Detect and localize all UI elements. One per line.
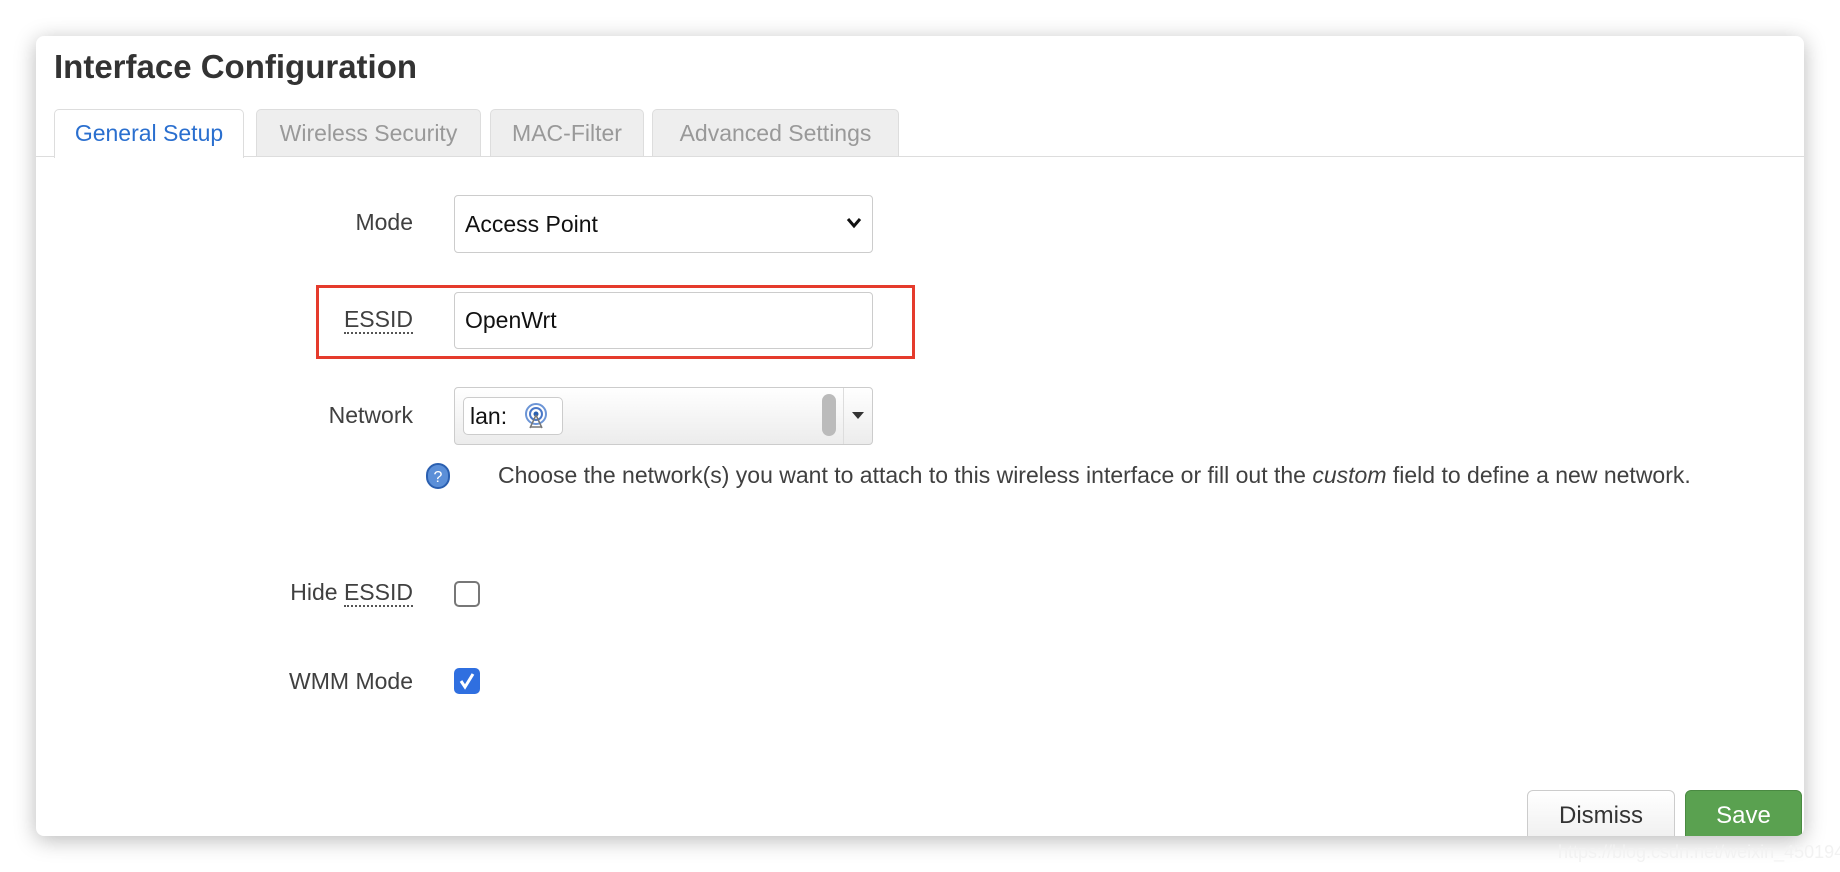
svg-text:?: ?: [434, 469, 443, 486]
dialog-title: Interface Configuration: [54, 48, 418, 85]
essid-label: ESSID: [343, 306, 413, 334]
checkmark-icon: [459, 673, 475, 690]
mode-value: Access Point: [465, 211, 598, 237]
save-button[interactable]: Save: [1685, 790, 1802, 836]
dropdown-toggle[interactable]: [843, 388, 872, 444]
watermark: https://blog.csdn.net/weixin_4501947: [1558, 842, 1840, 862]
dismiss-button[interactable]: Dismiss: [1527, 790, 1675, 836]
tab-mac-filter[interactable]: MAC-Filter: [490, 109, 644, 156]
mode-label: Mode: [355, 209, 413, 235]
network-label: Network: [328, 402, 413, 428]
wmm-mode-label: WMM Mode: [289, 668, 413, 694]
hide-essid-label: Hide ESSID: [290, 579, 413, 607]
network-multiselect[interactable]: lan:: [454, 387, 873, 445]
wmm-mode-checkbox[interactable]: [454, 668, 480, 694]
chevron-down-icon: [846, 218, 862, 229]
mode-select[interactable]: Access Point: [454, 195, 873, 253]
interface-configuration-dialog: Interface Configuration General Setup Wi…: [36, 36, 1804, 836]
caret-down-icon: [852, 412, 864, 419]
scrollbar-thumb[interactable]: [822, 394, 836, 436]
wifi-antenna-icon: [525, 403, 547, 429]
network-chip-lan[interactable]: lan:: [463, 397, 563, 435]
essid-input[interactable]: OpenWrt: [454, 292, 873, 349]
tab-wireless-security[interactable]: Wireless Security: [256, 109, 481, 156]
hide-essid-checkbox[interactable]: [454, 581, 480, 607]
tab-bar-divider: [36, 156, 1804, 157]
network-help-text: ? Choose the network(s) you want to atta…: [426, 456, 1792, 494]
tab-advanced-settings[interactable]: Advanced Settings: [652, 109, 899, 156]
help-icon: ?: [426, 463, 450, 489]
tab-general-setup[interactable]: General Setup: [54, 109, 244, 158]
